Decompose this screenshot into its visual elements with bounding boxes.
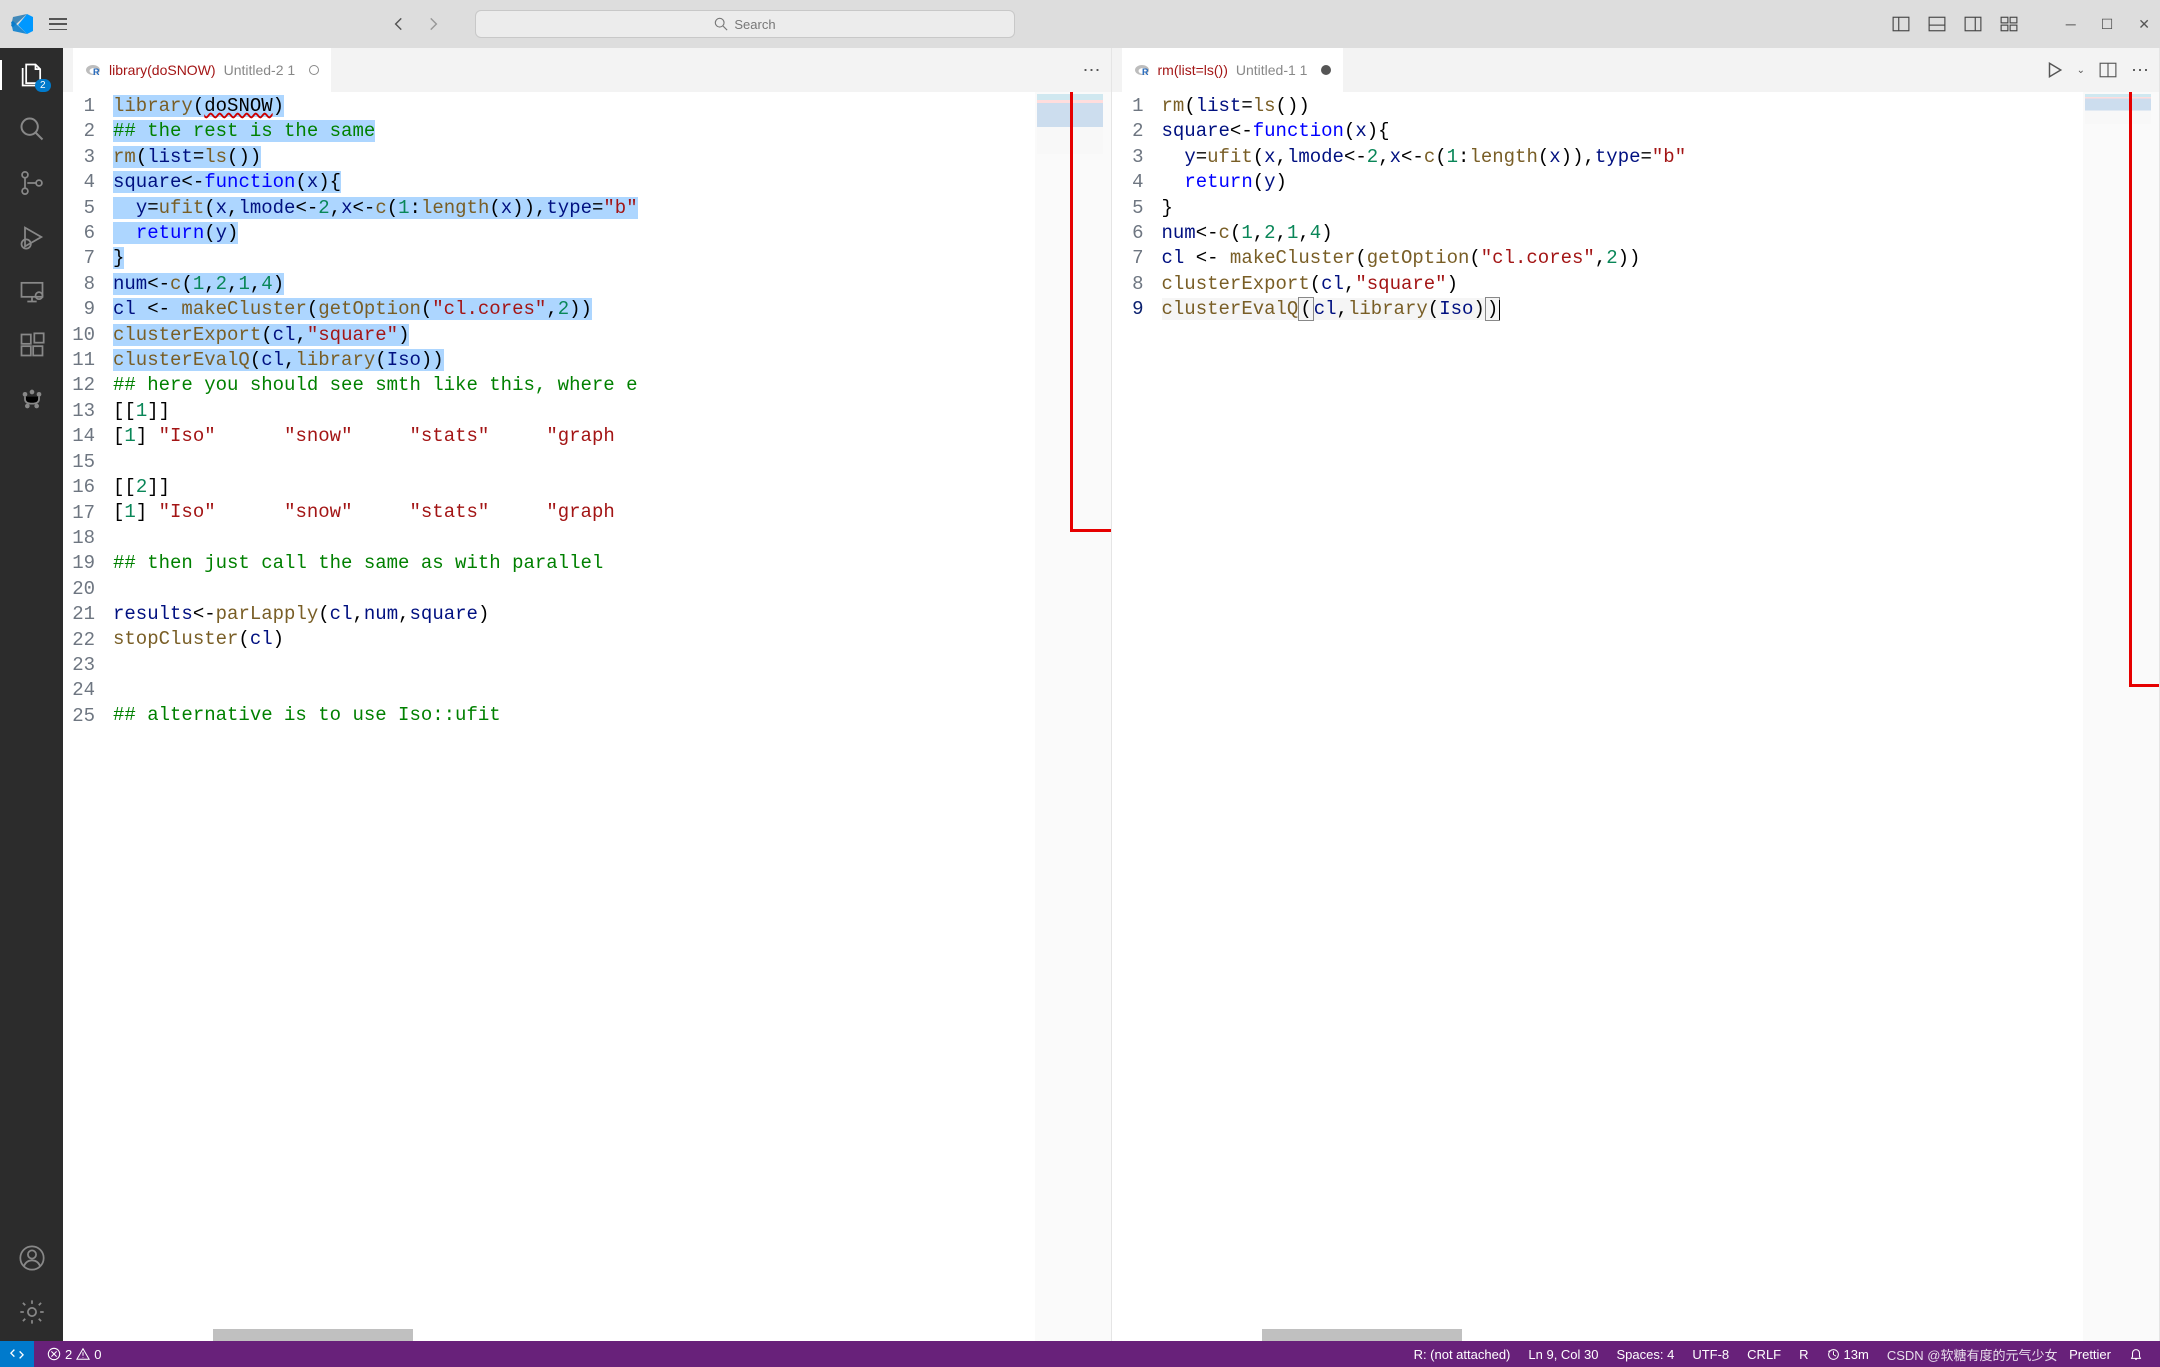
annotation-redbox-left <box>1070 92 1111 532</box>
search-placeholder: Search <box>734 17 775 32</box>
problems-button[interactable]: 2 0 <box>38 1347 110 1362</box>
activity-explorer[interactable]: 2 <box>17 60 47 90</box>
annotation-redbox-right <box>2129 92 2159 687</box>
cursor-position[interactable]: Ln 9, Col 30 <box>1519 1345 1607 1364</box>
eol[interactable]: CRLF <box>1738 1345 1790 1364</box>
menu-button[interactable] <box>49 18 67 30</box>
hscrollbar[interactable] <box>1262 1329 1462 1341</box>
unsaved-dot-icon <box>309 65 319 75</box>
editor-left[interactable]: 1234567891011121314151617181920212223242… <box>63 92 1111 1341</box>
time-counter[interactable]: 13m <box>1818 1345 1878 1364</box>
activity-remote[interactable] <box>17 276 47 306</box>
r-status[interactable]: R: (not attached) <box>1405 1345 1520 1364</box>
activity-testing[interactable] <box>17 384 47 414</box>
layout-customize-icon[interactable] <box>2000 15 2018 33</box>
run-button[interactable] <box>2045 61 2063 79</box>
activity-source-control[interactable] <box>17 168 47 198</box>
hscrollbar[interactable] <box>213 1329 413 1341</box>
activity-search[interactable] <box>17 114 47 144</box>
svg-text:R: R <box>1142 67 1149 77</box>
maximize-button[interactable]: ☐ <box>2101 16 2114 33</box>
more-actions-button[interactable]: ⋯ <box>2131 60 2149 81</box>
explorer-badge: 2 <box>35 79 51 92</box>
layout-left-icon[interactable] <box>1892 15 1910 33</box>
prettier-status[interactable]: CSDN @软糖有度的元气少女 Prettier <box>1878 1345 2120 1364</box>
editor-group-left: R library(doSNOW) Untitled-2 1 ⋯ 1234567… <box>63 48 1112 1341</box>
minimize-button[interactable]: ─ <box>2066 16 2076 33</box>
activity-extensions[interactable] <box>17 330 47 360</box>
vscode-logo-icon <box>10 12 34 36</box>
r-file-icon: R <box>1134 62 1150 78</box>
tab-right[interactable]: R rm(list=ls()) Untitled-1 1 <box>1122 48 1344 92</box>
status-bar: 2 0 R: (not attached) Ln 9, Col 30 Space… <box>0 1341 2160 1367</box>
search-input[interactable]: Search <box>475 10 1015 38</box>
activity-bar: 2 <box>0 48 63 1341</box>
editor-group-right: R rm(list=ls()) Untitled-1 1 ⌄ ⋯ 1234567… <box>1112 48 2160 1341</box>
encoding[interactable]: UTF-8 <box>1683 1345 1738 1364</box>
layout-right-icon[interactable] <box>1964 15 1982 33</box>
title-bar: Search ─ ☐ ✕ <box>0 0 2160 48</box>
activity-account[interactable] <box>17 1243 47 1273</box>
nav-back-button[interactable] <box>387 12 411 36</box>
remote-button[interactable] <box>0 1341 34 1367</box>
r-file-icon: R <box>85 62 101 78</box>
run-dropdown[interactable]: ⌄ <box>2077 65 2085 76</box>
layout-bottom-icon[interactable] <box>1928 15 1946 33</box>
nav-forward-button[interactable] <box>421 12 445 36</box>
activity-debug[interactable] <box>17 222 47 252</box>
tab-left[interactable]: R library(doSNOW) Untitled-2 1 <box>73 48 331 92</box>
unsaved-dot-icon <box>1321 65 1331 75</box>
activity-settings[interactable] <box>17 1297 47 1327</box>
search-icon <box>714 17 728 31</box>
more-actions-button[interactable]: ⋯ <box>1083 60 1101 81</box>
split-button[interactable] <box>2099 61 2117 79</box>
notifications-button[interactable] <box>2120 1345 2152 1364</box>
language-mode[interactable]: R <box>1790 1345 1817 1364</box>
editor-right[interactable]: 123456789 rm(list=ls())square<-function(… <box>1112 92 2160 1341</box>
close-button[interactable]: ✕ <box>2138 16 2150 33</box>
svg-text:R: R <box>93 67 100 77</box>
indentation[interactable]: Spaces: 4 <box>1608 1345 1684 1364</box>
